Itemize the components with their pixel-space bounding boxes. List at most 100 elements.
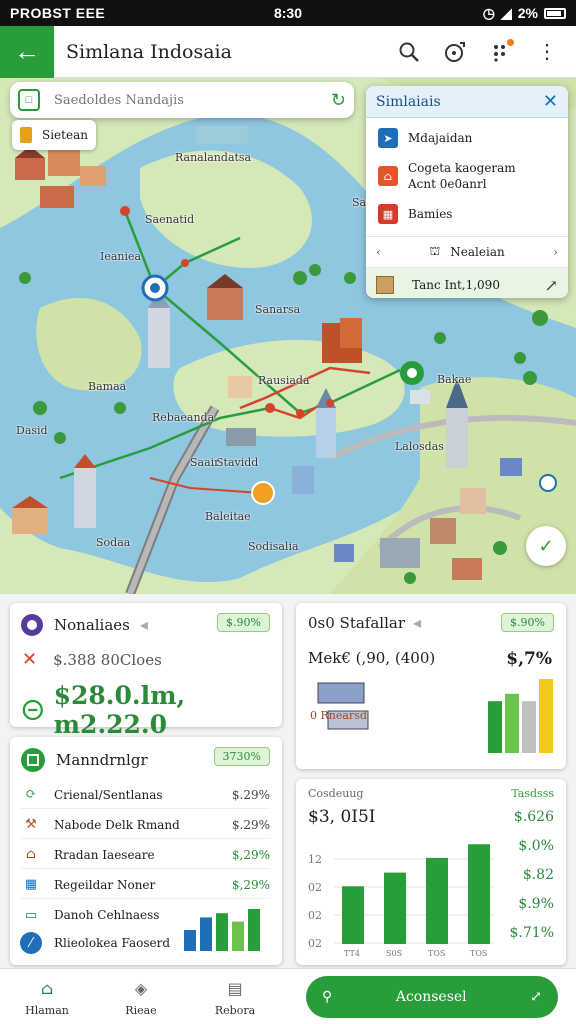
grid-icon: ▦ — [378, 204, 398, 224]
stat-bar — [539, 679, 553, 753]
metric-value: $,29% — [231, 877, 270, 892]
map-label: Bamaa — [88, 380, 127, 393]
map-label: Stavidd — [216, 456, 259, 469]
stat-line-label: Mek€ (,90, (400) — [308, 649, 436, 667]
chevron-left-icon[interactable]: ‹ — [376, 245, 381, 259]
layer-footer[interactable]: Tanc Int,1,090 ↗ — [366, 268, 568, 298]
mini-bar — [232, 921, 244, 951]
map-label: Ieaniea — [100, 250, 142, 263]
search-icon — [399, 42, 419, 62]
alarm-icon: ◷ — [482, 4, 495, 21]
metric-label: Danoh Cehlnaess — [54, 908, 160, 922]
share-icon[interactable]: ↗ — [545, 276, 558, 295]
overview-subtitle: $.388 80Cloes — [53, 650, 162, 669]
card-icon: ▭ — [24, 907, 38, 923]
x-tick-label: TOS — [428, 949, 445, 958]
map-label: Lalosdas — [395, 440, 444, 453]
filter-chip-label: Sietean — [42, 128, 88, 142]
y-tick-label: 02 — [308, 881, 322, 894]
layer-item[interactable]: ▦ Bamies — [366, 198, 568, 230]
overview-card-title: Nonaliaes — [54, 616, 130, 634]
mini-bar — [216, 913, 228, 951]
primary-action-label: Aconsesel — [395, 989, 467, 1005]
layers-panel-header: Simlaiais ✕ — [366, 86, 568, 118]
metric-label: Regeildar Noner — [54, 877, 156, 892]
chart-bar — [384, 872, 406, 944]
refresh-icon[interactable]: ↻ — [331, 90, 346, 111]
map-label: Dasid — [16, 424, 48, 437]
expand-icon: ⤢ — [530, 989, 542, 1005]
nav-item-home[interactable]: ⌂ Hlaman — [0, 977, 94, 1017]
layers-panel-title: Simlaiais — [376, 93, 441, 110]
apps-button[interactable] — [488, 38, 514, 65]
nav-item-label: Rieae — [125, 1003, 157, 1017]
overview-card[interactable]: Nonaliaes ◂ $.90% ✕ $.388 80Cloes $28.0.… — [10, 603, 282, 739]
arrow-left-icon: ← — [14, 36, 40, 66]
mini-bar — [200, 917, 212, 951]
metric-row[interactable]: ⟳ Crienal/Sentlanas $.29% — [20, 781, 270, 809]
stat-building-label: 0 Rnearsd — [310, 709, 367, 722]
nav-item-reports[interactable]: ▤ Rebora — [188, 977, 282, 1017]
x-tick-label: TT4 — [344, 949, 360, 958]
map-label: Sanarsa — [255, 303, 301, 316]
y-tick-label: 02 — [308, 909, 322, 922]
metric-row[interactable]: ⌂ Rradan Iaeseare $,29% — [20, 841, 270, 869]
back-button[interactable]: ← — [0, 25, 54, 78]
metric-row[interactable]: ▦ Regeildar Noner $,29% — [20, 871, 270, 899]
bus-icon — [317, 682, 369, 730]
chart-title: Cosdeuug — [308, 787, 364, 800]
chart-side-value: $.9% — [518, 896, 554, 912]
close-icon[interactable]: ✕ — [543, 91, 558, 112]
mini-bar — [248, 909, 260, 951]
home-icon: ⌂ — [40, 979, 54, 998]
grid-icon: ▦ — [24, 877, 38, 892]
metric-row[interactable]: ⚒ Nabode Delk Rmand $.29% — [20, 811, 270, 839]
notification-badge — [507, 38, 514, 46]
metric-label: Nabode Delk Rmand — [54, 817, 180, 832]
arrow-icon: ◂ — [139, 617, 148, 634]
stat-line-value: $,7% — [506, 649, 552, 669]
battery-icon — [544, 7, 566, 19]
filter-chip[interactable]: Sietean — [12, 120, 96, 150]
layer-pager: ‹ ⛫ Nealeian › — [366, 236, 568, 268]
bar-chart: 12 02 02 02 TT4 S0S TOS TOS — [308, 844, 494, 958]
house-icon: ⌂ — [26, 847, 36, 862]
chart-bar — [468, 844, 490, 944]
chart-card[interactable]: Cosdeuug Tasdsss $3, 0I5I 12 02 02 02 TT4 S0S… — [296, 779, 566, 965]
layer-item[interactable]: ⌂ Cogeta kaogeram Acnt 0e0anrl — [366, 154, 568, 198]
nav-item-routes[interactable]: ◈ Rieae — [94, 977, 188, 1017]
map-layer-icon[interactable]: □ — [18, 89, 40, 111]
metric-label: Rlieolokea Faoserd — [54, 936, 171, 950]
status-icons: ◷ ◢ 2% — [483, 5, 566, 22]
map-label: Ranalandatsa — [175, 151, 252, 164]
y-tick-label: 12 — [308, 853, 322, 866]
layer-item-label: Bamies — [408, 207, 453, 221]
metrics-card[interactable]: Manndrnlgr 3730% ⟳ Crienal/Sentlanas $.2… — [10, 737, 282, 965]
search-button[interactable] — [396, 39, 422, 65]
map-label: Bakae — [437, 373, 472, 386]
metric-value: $,29% — [231, 847, 270, 862]
chart-bar — [342, 886, 364, 944]
map-label: Baleitae — [205, 510, 251, 523]
chevron-right-icon[interactable]: › — [553, 245, 558, 259]
map-label: Sodisalia — [248, 540, 299, 553]
building-icon — [20, 127, 32, 143]
layers-panel: Simlaiais ✕ ➤ Mdajaidan ⌂ Cogeta kaogera… — [366, 86, 568, 298]
map-label: Saenatid — [145, 213, 195, 226]
construction-icon: ⚒ — [25, 817, 37, 832]
search-input[interactable] — [54, 92, 331, 108]
metric-label: Rradan Iaeseare — [54, 847, 155, 862]
layer-item[interactable]: ➤ Mdajaidan — [366, 122, 568, 154]
grid-icon — [21, 748, 45, 772]
primary-action-button[interactable]: ⚲ Aconsesel ⤢ — [306, 976, 558, 1018]
app-bar: ← Simlana Indosaia ⋮ — [0, 25, 576, 78]
more-button[interactable]: ⋮ — [534, 39, 560, 65]
stat-card-title: 0s0 Stafallar — [308, 614, 406, 632]
stat-card[interactable]: 0s0 Stafallar ◂ $.90% Mek€ (,90, (400) $… — [296, 603, 566, 769]
compass-icon — [445, 41, 465, 62]
overview-badge: $.90% — [217, 613, 270, 632]
filter-button[interactable] — [442, 39, 468, 65]
locate-button[interactable]: ✓ — [526, 526, 566, 566]
metric-value: $.29% — [231, 787, 270, 802]
currency-icon — [22, 699, 43, 721]
